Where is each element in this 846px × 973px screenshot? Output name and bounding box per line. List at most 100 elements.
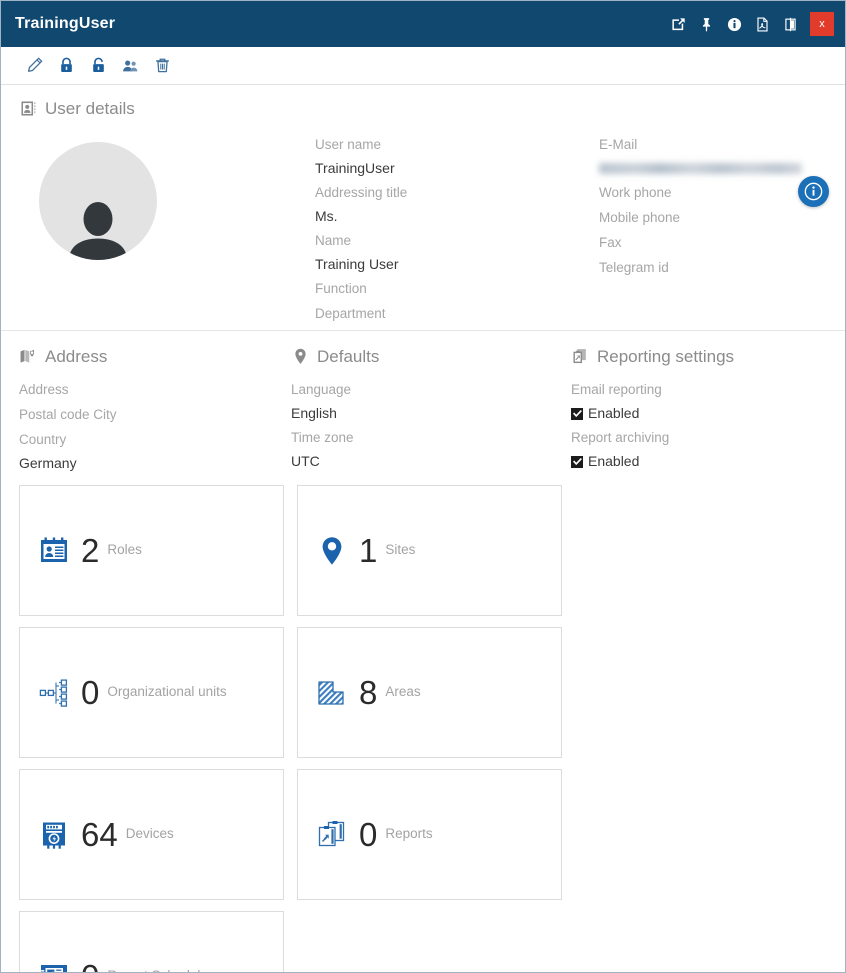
stat-card-areas[interactable]: 8 Areas <box>297 627 562 758</box>
field-fax: Fax <box>599 230 845 255</box>
trash-icon[interactable] <box>147 50 178 81</box>
stat-card-roles[interactable]: 2 Roles <box>19 485 284 616</box>
org-units-icon <box>36 675 72 711</box>
field-label: Telegram id <box>599 255 845 280</box>
stat-label: Roles <box>107 543 142 558</box>
user-details-heading-label: User details <box>45 100 135 117</box>
reporting-settings-section: Reporting settings Email reporting Enabl… <box>571 347 831 475</box>
field-department: Department <box>315 301 599 326</box>
field-label: Function <box>315 276 599 301</box>
field-function: Function <box>315 276 599 301</box>
window-title: TrainingUser <box>15 15 115 33</box>
field-label: Country <box>19 427 291 452</box>
stat-value: 1 <box>359 534 377 567</box>
stat-value: 0 <box>81 960 99 972</box>
stat-value: 0 <box>81 676 99 709</box>
checkbox-checked-icon <box>571 408 583 420</box>
checkbox-checked-icon <box>571 456 583 468</box>
defaults-heading: Defaults <box>291 347 571 366</box>
address-section: Address Address Postal code City Country… <box>19 347 291 475</box>
user-details-section: User details User name TrainingUser <box>1 85 845 331</box>
field-value: English <box>291 402 571 425</box>
user-details-left-column: User name TrainingUser Addressing title … <box>315 132 599 326</box>
field-value: Germany <box>19 452 291 475</box>
info-icon[interactable] <box>724 1 745 47</box>
field-label: Language <box>291 377 571 402</box>
devices-meter-icon <box>36 817 72 853</box>
reporting-heading-label: Reporting settings <box>597 348 734 365</box>
stat-card-organizational-units[interactable]: 0 Organizational units <box>19 627 284 758</box>
field-report-archiving: Report archiving Enabled <box>571 425 831 473</box>
map-pin-icon <box>291 347 310 366</box>
user-detail-window: TrainingUser x <box>0 0 846 973</box>
field-label: User name <box>315 132 599 157</box>
edit-icon[interactable] <box>19 50 50 81</box>
user-avatar-placeholder <box>61 200 135 260</box>
reporting-heading: Reporting settings <box>571 347 831 366</box>
field-telegram-id: Telegram id <box>599 255 845 280</box>
address-heading: Address <box>19 347 291 366</box>
stat-card-sites[interactable]: 1 Sites <box>297 485 562 616</box>
field-label: E-Mail <box>599 132 845 157</box>
field-label: Address <box>19 377 291 402</box>
map-icon <box>19 347 38 366</box>
areas-icon <box>314 675 350 711</box>
field-value: Ms. <box>315 205 599 228</box>
stat-value: 8 <box>359 676 377 709</box>
field-name: Name Training User <box>315 228 599 276</box>
report-schedules-icon <box>36 959 72 973</box>
report-archiving-label: Enabled <box>588 450 639 473</box>
roles-badge-icon <box>36 533 72 569</box>
address-heading-label: Address <box>45 348 107 365</box>
email-reporting-label: Enabled <box>588 402 639 425</box>
pin-icon[interactable] <box>696 1 717 47</box>
field-label: Email reporting <box>571 377 831 402</box>
stat-label: Areas <box>385 685 420 700</box>
field-label: Fax <box>599 230 845 255</box>
avatar <box>39 142 157 260</box>
site-pin-icon <box>314 533 350 569</box>
field-value: Training User <box>315 253 599 276</box>
stat-card-devices[interactable]: 64 Devices <box>19 769 284 900</box>
action-toolbar <box>1 47 845 85</box>
close-button[interactable]: x <box>810 12 834 36</box>
field-language: Language English <box>291 377 571 425</box>
popout-icon[interactable] <box>668 1 689 47</box>
field-mobile-phone: Mobile phone <box>599 205 845 230</box>
user-details-heading: User details <box>19 99 827 118</box>
meta-sections: Address Address Postal code City Country… <box>1 331 845 475</box>
field-addressing-title: Addressing title Ms. <box>315 180 599 228</box>
info-circle-icon[interactable] <box>798 176 829 207</box>
window-titlebar: TrainingUser x <box>1 1 845 47</box>
field-label: Department <box>315 301 599 326</box>
field-label: Report archiving <box>571 425 831 450</box>
field-email: E-Mail redacted <box>599 132 845 174</box>
users-icon[interactable] <box>115 50 146 81</box>
window-title-actions: x <box>668 1 845 47</box>
field-value: TrainingUser <box>315 157 599 180</box>
defaults-heading-label: Defaults <box>317 348 379 365</box>
stat-card-report-schedules[interactable]: 0 Report Schedules <box>19 911 284 972</box>
field-postal-code-city: Postal code City <box>19 402 291 427</box>
stat-value: 64 <box>81 818 118 851</box>
stat-label: Sites <box>385 543 415 558</box>
lock-closed-icon[interactable] <box>51 50 82 81</box>
clipboard-copy-icon <box>571 347 590 366</box>
field-label: Name <box>315 228 599 253</box>
stat-card-grid: 2 Roles 1 Sites <box>1 475 845 972</box>
field-label: Addressing title <box>315 180 599 205</box>
field-value-redacted: redacted <box>599 163 802 174</box>
stat-card-reports[interactable]: 0 Reports <box>297 769 562 900</box>
field-label: Postal code City <box>19 402 291 427</box>
window-content: User details User name TrainingUser <box>1 85 845 972</box>
lock-open-icon[interactable] <box>83 50 114 81</box>
field-user-name: User name TrainingUser <box>315 132 599 180</box>
user-details-body: User name TrainingUser Addressing title … <box>19 132 827 326</box>
pdf-icon[interactable] <box>752 1 773 47</box>
flip-icon[interactable] <box>780 1 801 47</box>
field-country: Country Germany <box>19 427 291 475</box>
field-email-reporting: Email reporting Enabled <box>571 377 831 425</box>
field-value: UTC <box>291 450 571 473</box>
stat-label: Report Schedules <box>107 969 214 972</box>
report-archiving-value: Enabled <box>571 450 831 473</box>
